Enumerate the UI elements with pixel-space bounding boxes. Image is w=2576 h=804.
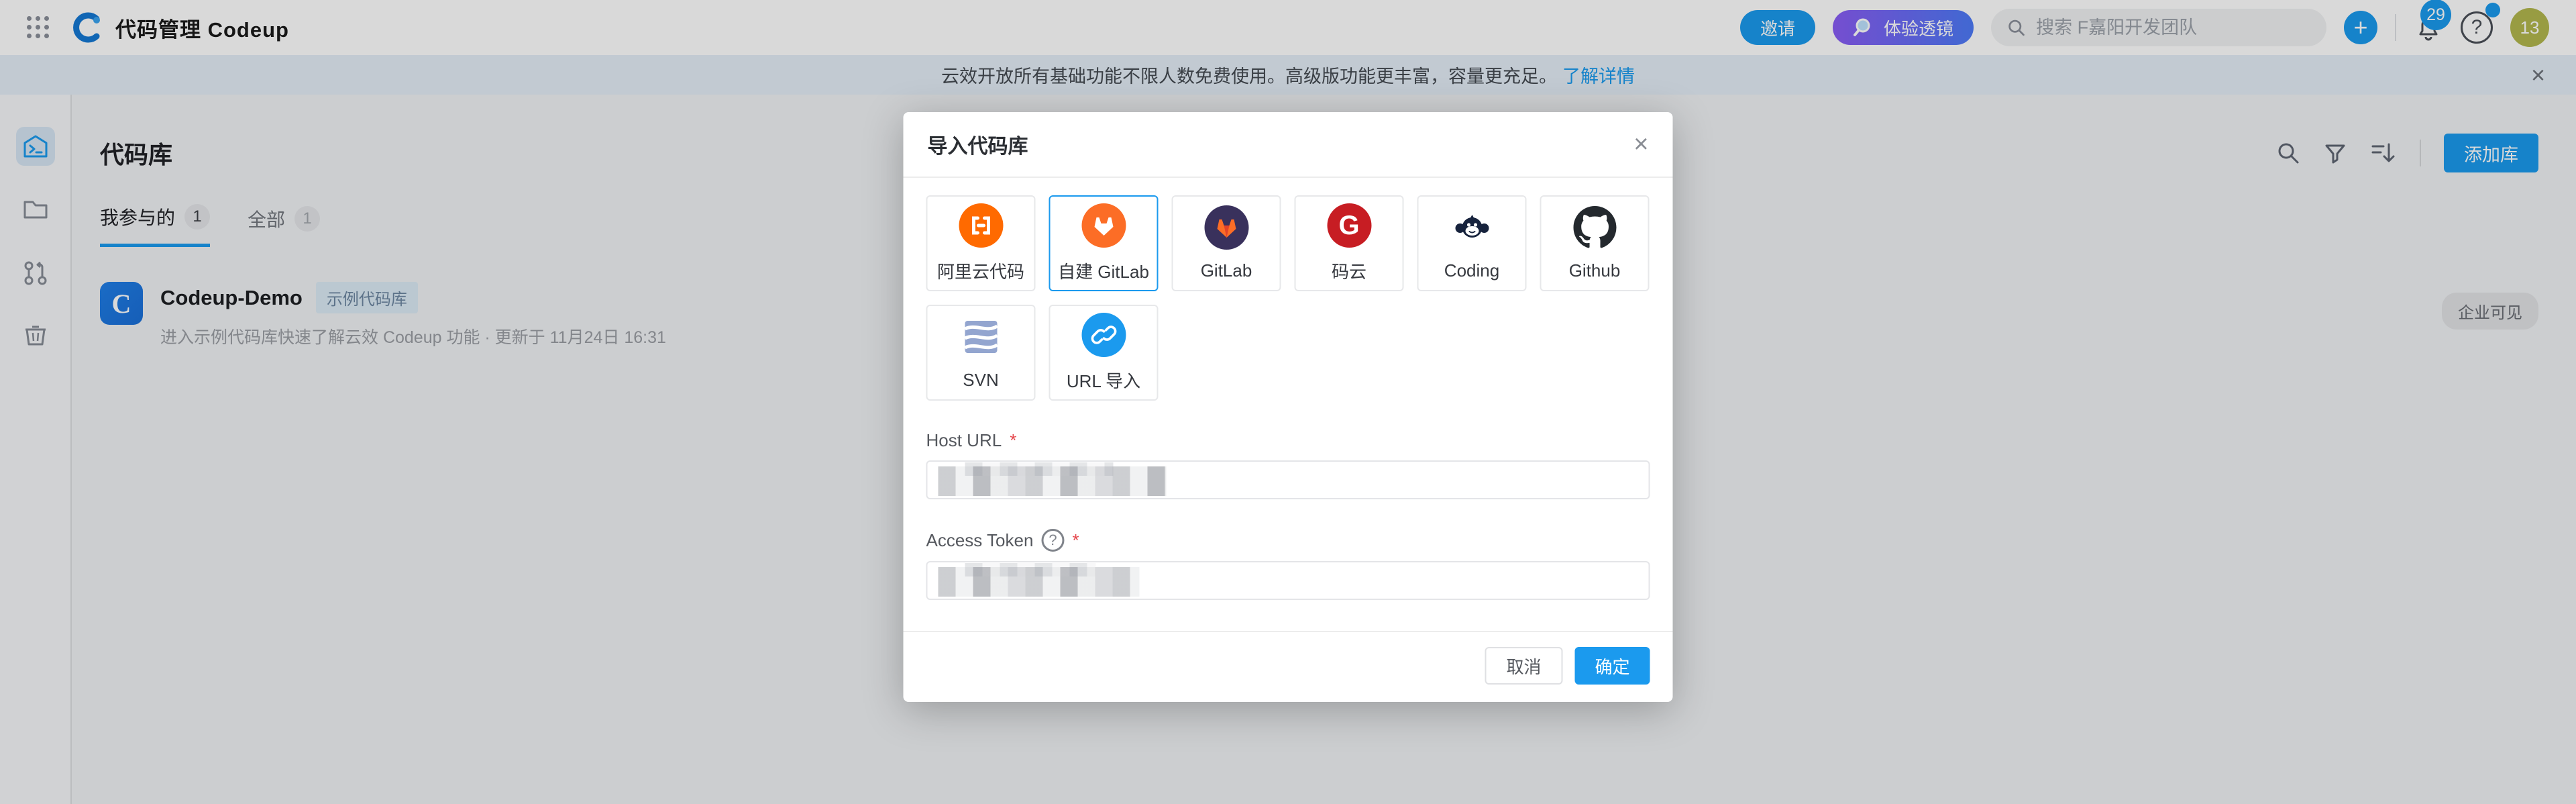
confirm-button[interactable]: 确定 [1574,647,1650,685]
gitee-icon: G [1327,203,1371,248]
import-repo-modal: 导入代码库 × 阿里云代码 [904,112,1673,702]
svn-icon [959,315,1003,359]
aliyun-code-icon [959,203,1003,248]
modal-title: 导入代码库 [928,130,1028,159]
access-token-help-icon[interactable]: ? [1041,529,1064,552]
host-url-redacted-value [938,466,1167,496]
access-token-redacted-value [938,567,1140,597]
modal-footer: 取消 确定 [904,631,1673,702]
provider-tile-svn[interactable]: SVN [926,305,1036,401]
provider-tile-url-import[interactable]: URL 导入 [1049,305,1159,401]
gitlab-selfhosted-icon [1081,203,1126,248]
url-import-icon [1081,313,1126,357]
provider-tile-gitlab[interactable]: GitLab [1172,195,1281,291]
required-asterisk: * [1072,530,1079,551]
provider-tile-gitee[interactable]: G 码云 [1295,195,1404,291]
provider-grid: 阿里云代码 自建 GitLab [926,195,1650,401]
provider-tile-self-hosted-gitlab[interactable]: 自建 GitLab [1049,195,1159,291]
required-asterisk: * [1010,430,1016,451]
host-url-input[interactable] [926,460,1650,499]
provider-tile-aliyun-code[interactable]: 阿里云代码 [926,195,1036,291]
modal-close-icon[interactable]: × [1633,132,1648,157]
provider-tile-github[interactable]: Github [1540,195,1650,291]
access-token-label: Access Token ? * [926,529,1650,552]
cancel-button[interactable]: 取消 [1485,647,1562,685]
coding-icon [1450,205,1494,250]
gitlab-icon [1204,205,1248,250]
codeup-app: 代码管理 Codeup 邀请 体验透镜 + [0,0,2576,804]
host-url-label: Host URL * [926,430,1650,451]
access-token-input[interactable] [926,561,1650,600]
provider-tile-coding[interactable]: Coding [1417,195,1527,291]
github-icon [1572,205,1617,250]
